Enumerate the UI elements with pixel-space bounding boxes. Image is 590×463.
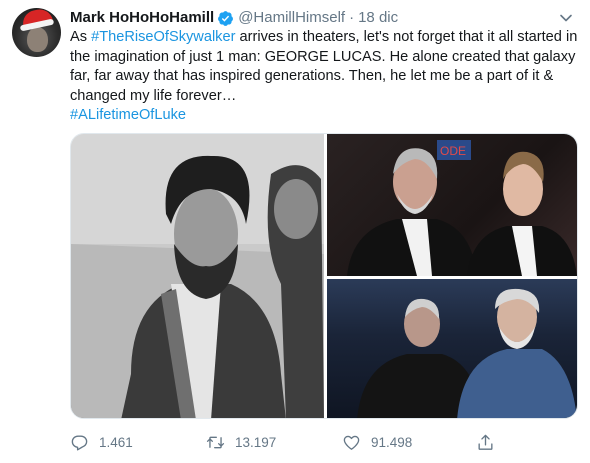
author-name[interactable]: Mark HoHoHoHamill <box>70 8 214 28</box>
photo-3-drawing <box>357 288 577 418</box>
header-separator: · <box>349 9 355 26</box>
hashtag-rise-of-skywalker[interactable]: #TheRiseOfSkywalker <box>91 29 235 45</box>
reply-count: 1.461 <box>99 434 133 450</box>
avatar[interactable] <box>12 8 61 57</box>
media-photo-3[interactable] <box>327 279 577 418</box>
hashtag-lifetime-of-luke[interactable]: #ALifetimeOfLuke <box>70 107 186 123</box>
like-icon <box>343 435 360 450</box>
tweet: Mark HoHoHoHamill @HamillHimself · 18 di… <box>0 0 590 463</box>
verified-badge-icon <box>217 10 234 27</box>
media-photo-1[interactable] <box>71 134 324 418</box>
tweet-header: Mark HoHoHoHamill @HamillHimself · 18 di… <box>70 8 580 28</box>
avatar-face <box>27 27 48 52</box>
like-button[interactable]: 91.498 <box>342 430 412 454</box>
photo-1-drawing <box>71 134 324 418</box>
reply-button[interactable]: 1.461 <box>70 430 133 454</box>
photo-2-drawing: ODE <box>347 140 577 276</box>
photo-2-sign: ODE <box>440 144 466 158</box>
tweet-date[interactable]: 18 dic <box>358 8 398 28</box>
reply-icon <box>71 434 88 451</box>
share-button[interactable] <box>476 430 495 454</box>
media-photo-2[interactable]: ODE <box>327 134 577 276</box>
tweet-text-part-1: As <box>70 29 92 45</box>
retweet-icon <box>206 436 225 448</box>
tweet-text: As #TheRiseOfSkywalker arrives in theate… <box>70 28 582 126</box>
author-handle[interactable]: @HamillHimself <box>238 8 345 28</box>
retweet-count: 13.197 <box>235 434 277 450</box>
retweet-button[interactable]: 13.197 <box>206 430 276 454</box>
media-grid: ODE <box>70 133 578 419</box>
chevron-down-icon[interactable] <box>558 10 574 26</box>
like-count: 91.498 <box>371 434 413 450</box>
share-icon <box>478 434 493 450</box>
tweet-actions: 1.461 13.197 91.498 <box>70 430 580 454</box>
